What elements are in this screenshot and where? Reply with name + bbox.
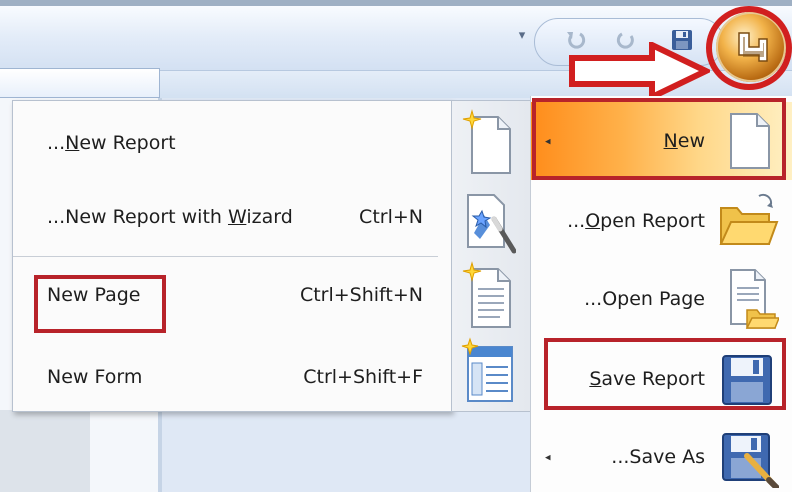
document-panel bbox=[0, 410, 90, 492]
submenu-separator bbox=[13, 256, 438, 257]
report-wizard-icon bbox=[467, 194, 516, 254]
save-as-icon bbox=[722, 433, 779, 488]
new-page-icon bbox=[462, 261, 511, 328]
submenu-item-label: ...New Report with Wizard bbox=[47, 206, 293, 228]
shortcut-text: Ctrl+Shift+N bbox=[299, 284, 423, 306]
qat-customize-icon[interactable]: ▾ bbox=[512, 24, 532, 48]
shortcut-text: Ctrl+N bbox=[359, 206, 423, 228]
ribbon-tab[interactable] bbox=[0, 68, 160, 98]
new-report-icon bbox=[462, 109, 511, 174]
open-folder-icon bbox=[719, 193, 779, 245]
new-submenu: ...New Report ...New Report with Wizard … bbox=[12, 100, 452, 412]
annotation-box-save-report bbox=[544, 338, 786, 410]
caret-left-icon: ◂ bbox=[545, 450, 551, 464]
menu-item-label: ...Open Report bbox=[567, 210, 705, 232]
menu-item-label: ...Open Page bbox=[584, 288, 705, 310]
open-page-icon bbox=[730, 269, 779, 329]
submenu-item-label: ...New Report bbox=[47, 132, 176, 154]
submenu-item-new-report-wizard[interactable]: ...New Report with Wizard Ctrl+N bbox=[13, 187, 453, 247]
submenu-item-new-form[interactable]: New Form Ctrl+Shift+F bbox=[13, 347, 453, 407]
submenu-item-new-report[interactable]: ...New Report bbox=[13, 113, 453, 173]
menu-item-open-page[interactable]: ...Open Page bbox=[531, 260, 792, 338]
menu-item-open-report[interactable]: ...Open Report bbox=[531, 182, 792, 260]
annotation-circle bbox=[706, 6, 792, 90]
annotation-box-new-page bbox=[34, 275, 166, 333]
submenu-icon-column bbox=[452, 100, 530, 412]
annotation-arrow-icon bbox=[569, 42, 710, 100]
annotation-box-new bbox=[532, 98, 786, 180]
new-form-icon bbox=[461, 337, 513, 402]
menu-item-save-as[interactable]: ◂ ...Save As bbox=[531, 418, 792, 492]
menu-item-label: ...Save As bbox=[611, 446, 705, 468]
submenu-item-label: New Form bbox=[47, 366, 143, 388]
shortcut-text: Ctrl+Shift+F bbox=[303, 366, 423, 388]
